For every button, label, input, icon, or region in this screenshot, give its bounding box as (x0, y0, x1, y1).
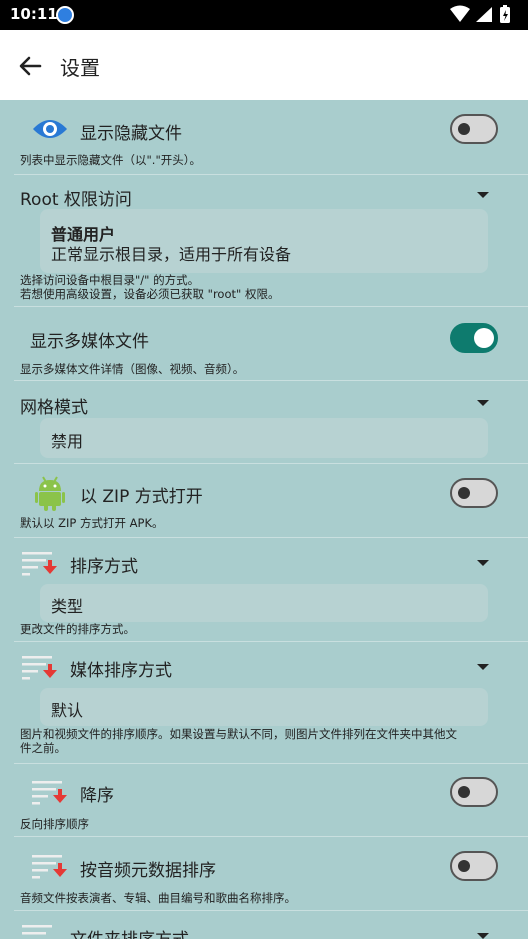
signal-icon (476, 7, 492, 22)
pref-summary: 默认以 ZIP 方式打开 APK。 (20, 516, 164, 530)
audio-metadata-toggle[interactable] (450, 851, 498, 881)
android-icon (35, 476, 65, 511)
pref-media-sort-mode[interactable]: 媒体排序方式 默认 图片和视频文件的排序顺序。如果设置与默认不同，则图片文件排列… (0, 642, 528, 762)
open-as-zip-toggle[interactable] (450, 478, 498, 508)
pref-label: 排序方式 (70, 557, 138, 577)
pref-summary: 若想使用高级设置，设备必须已获取 "root" 权限。 (20, 287, 280, 301)
toggle-knob (458, 123, 470, 135)
pref-show-media-files[interactable]: 显示多媒体文件 显示多媒体文件详情（图像、视频、音频）。 (0, 307, 528, 379)
status-bar: 10:11 (0, 0, 528, 30)
dropdown-arrow-icon (477, 560, 489, 566)
pref-audio-metadata-sort[interactable]: 按音频元数据排序 音频文件按表演者、专辑、曲目编号和歌曲名称排序。 (0, 837, 528, 909)
pref-summary: 更改文件的排序方式。 (20, 622, 135, 636)
back-arrow-icon[interactable] (16, 52, 44, 80)
eye-icon (33, 120, 67, 138)
descending-toggle[interactable] (450, 777, 498, 807)
pref-open-as-zip[interactable]: 以 ZIP 方式打开 默认以 ZIP 方式打开 APK。 (0, 464, 528, 536)
toggle-knob (458, 786, 470, 798)
pref-label: 显示隐藏文件 (80, 124, 182, 144)
status-icons (450, 5, 510, 23)
pref-grid-mode[interactable]: 网格模式 禁用 (0, 381, 528, 461)
toggle-knob (474, 328, 494, 348)
select-value: 默认 (51, 701, 84, 720)
pref-summary: 件之前。 (20, 741, 66, 755)
status-time: 10:11 (10, 5, 58, 23)
dropdown-arrow-icon (477, 192, 489, 198)
sort-icon (32, 855, 67, 879)
pref-label: 媒体排序方式 (70, 661, 172, 681)
app-bar: 设置 (0, 30, 528, 100)
pref-label: Root 权限访问 (20, 190, 132, 210)
root-access-select[interactable]: 普通用户 正常显示根目录，适用于所有设备 (40, 209, 488, 273)
toggle-knob (458, 487, 470, 499)
pref-summary: 选择访问设备中根目录"/" 的方式。 (20, 273, 200, 287)
pref-summary: 显示多媒体文件详情（图像、视频、音频）。 (20, 362, 245, 376)
media-sort-select[interactable]: 默认 (40, 688, 488, 726)
settings-list[interactable]: 显示隐藏文件 列表中显示隐藏文件（以"."开头）。 Root 权限访问 普通用户… (0, 100, 528, 939)
pref-label: 文件夹排序方式 (70, 925, 189, 939)
pref-root-access[interactable]: Root 权限访问 普通用户 正常显示根目录，适用于所有设备 选择访问设备中根目… (0, 175, 528, 303)
pref-sort-mode[interactable]: 排序方式 类型 更改文件的排序方式。 (0, 538, 528, 640)
pref-descending[interactable]: 降序 反向排序顺序 (0, 764, 528, 836)
pref-summary: 反向排序顺序 (20, 817, 89, 831)
pref-summary: 列表中显示隐藏文件（以"."开头）。 (20, 153, 201, 167)
dropdown-arrow-icon (477, 933, 489, 939)
pref-summary: 音频文件按表演者、专辑、曲目编号和歌曲名称排序。 (20, 891, 296, 905)
dropdown-arrow-icon (477, 664, 489, 670)
show-media-toggle[interactable] (450, 323, 498, 353)
show-hidden-toggle[interactable] (450, 114, 498, 144)
select-value: 类型 (51, 597, 84, 616)
dropdown-arrow-icon (477, 400, 489, 406)
toggle-knob (458, 860, 470, 872)
grid-mode-select[interactable]: 禁用 (40, 418, 488, 458)
sort-icon (32, 781, 67, 805)
sort-icon (22, 552, 57, 576)
pref-show-hidden-files[interactable]: 显示隐藏文件 列表中显示隐藏文件（以"."开头）。 (0, 100, 528, 174)
pref-summary: 图片和视频文件的排序顺序。如果设置与默认不同，则图片文件排列在文件夹中其他文 (20, 727, 457, 741)
pref-folder-sort-mode[interactable]: 文件夹排序方式 (0, 911, 528, 939)
select-description: 正常显示根目录，适用于所有设备 (51, 245, 292, 264)
sort-mode-select[interactable]: 类型 (40, 584, 488, 622)
app-notification-icon (56, 6, 74, 24)
pref-label: 以 ZIP 方式打开 (80, 487, 203, 507)
pref-label: 显示多媒体文件 (30, 332, 149, 352)
select-value: 禁用 (51, 432, 84, 451)
pref-label: 按音频元数据排序 (80, 861, 216, 881)
pref-label: 降序 (80, 786, 114, 806)
page-title: 设置 (60, 56, 100, 80)
sort-icon (22, 656, 57, 680)
pref-label: 网格模式 (20, 398, 88, 418)
sort-icon (22, 925, 52, 935)
wifi-icon (450, 5, 470, 22)
